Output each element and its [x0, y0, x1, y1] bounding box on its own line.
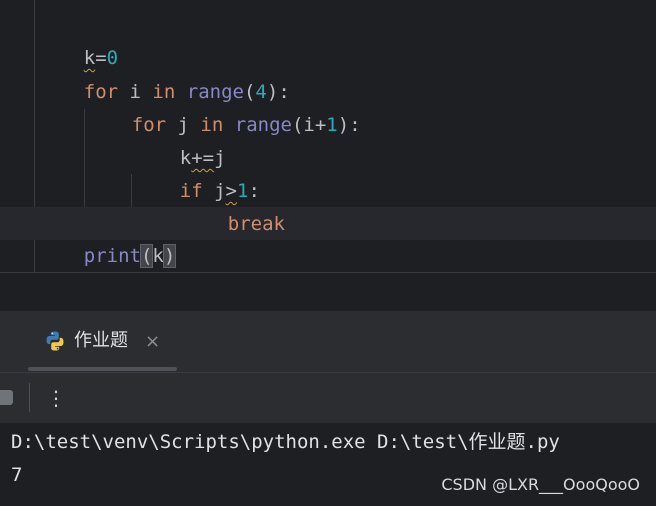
- code-line[interactable]: print(k): [38, 207, 177, 268]
- run-toolbar: [0, 373, 656, 423]
- bracket-token: ):: [337, 114, 361, 136]
- bracket-token: ): [162, 244, 177, 268]
- active-tab-indicator: [28, 367, 177, 371]
- bracket-token: (i+: [291, 114, 327, 136]
- code-line[interactable]: k+=j: [134, 109, 226, 169]
- more-vertical-icon[interactable]: ⋮: [46, 383, 66, 413]
- toolbar-separator: [29, 383, 30, 412]
- indent-guide: [84, 109, 85, 207]
- builtin-token: print: [83, 245, 141, 267]
- keyword-token: break: [227, 213, 285, 235]
- run-tab-label: 作业题: [74, 330, 128, 351]
- watermark: CSDN @LXR___OooQooO: [441, 475, 640, 494]
- variable-token: k: [152, 245, 164, 267]
- code-line[interactable]: for j in range(i+1):: [86, 76, 361, 136]
- editor-footer-space: [0, 273, 656, 311]
- code-line[interactable]: if j>1:: [134, 142, 260, 202]
- builtin-token: range: [234, 114, 292, 136]
- console-result-line: 7: [11, 464, 23, 486]
- stop-icon[interactable]: [0, 390, 13, 405]
- console-command-line: D:\test\venv\Scripts\python.exe D:\test\…: [11, 431, 560, 453]
- close-icon[interactable]: ×: [145, 329, 160, 355]
- python-icon: [46, 331, 64, 351]
- number-token: 1: [326, 114, 338, 136]
- code-line[interactable]: break: [182, 175, 285, 235]
- indent-guide: [131, 174, 132, 207]
- bracket-token: (: [139, 244, 154, 268]
- run-tab[interactable]: [28, 0, 178, 61]
